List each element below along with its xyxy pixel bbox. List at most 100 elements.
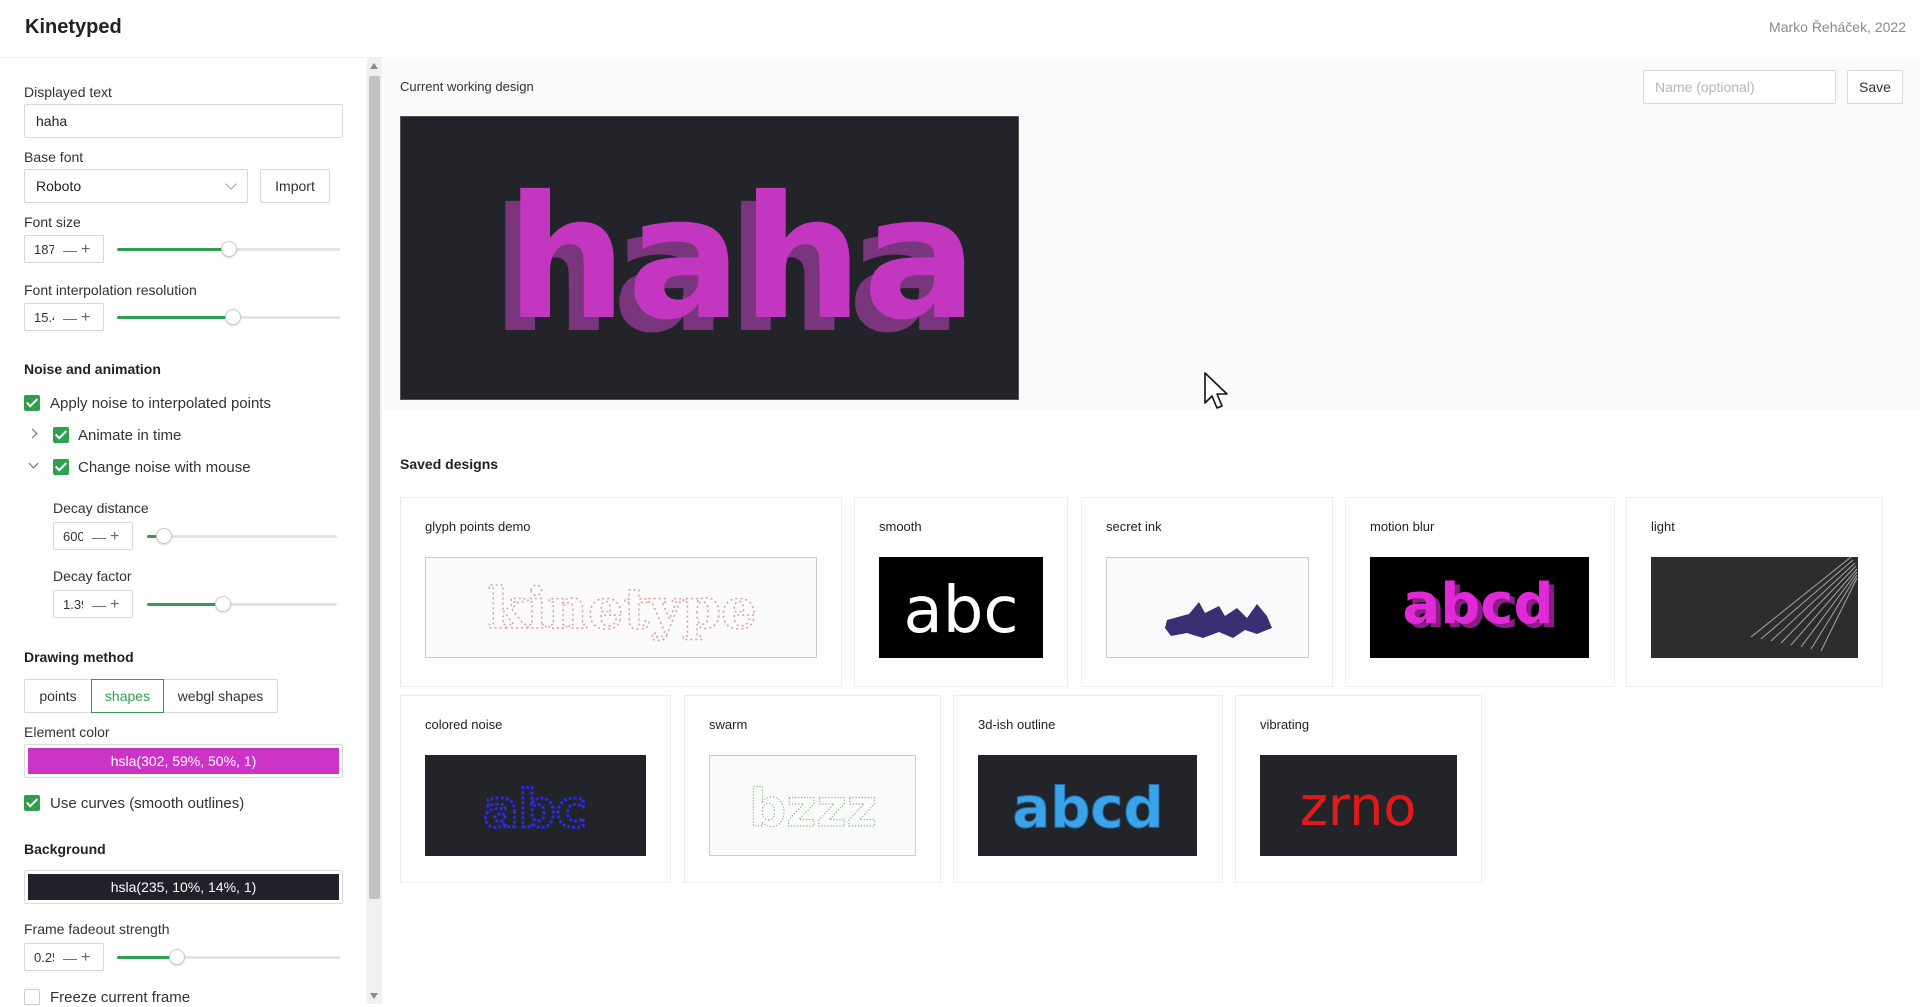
design-title: smooth (879, 519, 922, 534)
fadeout-label: Frame fadeout strength (24, 921, 170, 937)
saved-design-card[interactable]: 3d-ish outline abcd (953, 695, 1223, 883)
decay-distance-value: 600 (63, 529, 83, 544)
interp-resolution-input[interactable]: 15.4 — + (24, 303, 104, 331)
method-webgl-shapes-button[interactable]: webgl shapes (163, 679, 278, 713)
thumbnail-text: bzzz (749, 779, 877, 839)
slider-handle[interactable] (169, 949, 186, 965)
scroll-up-icon[interactable] (370, 63, 378, 69)
slider-handle[interactable] (215, 596, 231, 612)
design-thumbnail: abc (425, 755, 646, 856)
thumbnail-text: abcd (1402, 572, 1553, 637)
plus-icon[interactable]: + (81, 949, 90, 967)
thumbnail-text: kinetype (487, 576, 757, 642)
plus-icon[interactable]: + (110, 528, 119, 546)
thumbnail-text: abc (903, 574, 1018, 648)
base-font-select[interactable]: Roboto (24, 169, 248, 203)
font-size-label: Font size (24, 214, 81, 230)
chevron-down-icon[interactable] (28, 458, 39, 469)
design-title: 3d-ish outline (978, 717, 1056, 732)
sidebar-scrollbar[interactable] (367, 58, 382, 1004)
save-design-button[interactable]: Save (1847, 70, 1903, 104)
scroll-down-icon[interactable] (370, 993, 378, 999)
design-thumbnail: abcd (978, 755, 1197, 856)
method-shapes-button[interactable]: shapes (91, 679, 164, 713)
check-icon (54, 459, 68, 472)
thumbnail-text: abcd (1012, 776, 1163, 841)
minus-icon[interactable]: — (92, 529, 106, 545)
apply-noise-checkbox[interactable] (24, 395, 40, 411)
design-name-input[interactable] (1643, 70, 1836, 104)
app-header: Kinetyped Marko Řeháček, 2022 (0, 0, 1920, 58)
animate-label: Animate in time (78, 427, 182, 444)
mouse-noise-checkbox[interactable] (53, 459, 69, 475)
design-title: swarm (709, 717, 748, 732)
base-font-label: Base font (24, 149, 84, 165)
chevron-down-icon (225, 178, 237, 190)
design-thumbnail: zrno (1260, 755, 1457, 856)
decay-factor-value: 1.39 (63, 597, 83, 612)
method-points-button[interactable]: points (24, 679, 92, 713)
minus-icon[interactable]: — (92, 597, 106, 613)
design-canvas[interactable]: haha haha (400, 116, 1019, 400)
plus-icon[interactable]: + (81, 309, 90, 327)
design-thumbnail: abcd abcd (1370, 557, 1589, 658)
chevron-right-icon[interactable] (27, 428, 38, 439)
design-thumbnail: abc (879, 557, 1043, 658)
slider-handle[interactable] (224, 309, 241, 325)
font-size-value: 187 (34, 242, 54, 257)
use-curves-checkbox[interactable] (24, 795, 40, 811)
decay-factor-input[interactable]: 1.39 — + (53, 590, 133, 618)
saved-design-card[interactable]: motion blur abcd abcd (1345, 497, 1615, 687)
design-title: light (1651, 519, 1675, 534)
mouse-noise-label: Change noise with mouse (78, 459, 251, 476)
plus-icon[interactable]: + (110, 596, 119, 614)
fadeout-slider[interactable] (117, 949, 340, 966)
design-title: vibrating (1260, 717, 1310, 732)
displayed-text-input[interactable]: haha (24, 104, 343, 138)
saved-design-card[interactable]: swarm bzzz (684, 695, 941, 883)
check-icon (25, 395, 39, 408)
decay-factor-label: Decay factor (53, 568, 132, 584)
font-size-input[interactable]: 187 — + (24, 235, 104, 263)
author-credit: Marko Řeháček, 2022 (1769, 19, 1906, 35)
use-curves-label: Use curves (smooth outlines) (50, 795, 245, 812)
scrollbar-thumb[interactable] (369, 76, 380, 899)
saved-design-card[interactable]: smooth abc (854, 497, 1068, 687)
background-color-picker[interactable]: hsla(235, 10%, 14%, 1) (24, 870, 343, 904)
design-title: colored noise (425, 717, 503, 732)
saved-design-card[interactable]: colored noise abc (400, 695, 671, 883)
design-title: motion blur (1370, 519, 1435, 534)
decay-distance-input[interactable]: 600 — + (53, 522, 133, 550)
decay-distance-slider[interactable] (147, 528, 337, 545)
saved-designs-title: Saved designs (400, 456, 499, 472)
displayed-text-label: Displayed text (24, 84, 112, 100)
saved-design-card[interactable]: vibrating zrno (1235, 695, 1482, 883)
base-font-value: Roboto (36, 178, 82, 194)
saved-design-card[interactable]: glyph points demo kinetype (400, 497, 842, 687)
check-icon (25, 795, 39, 808)
element-color-label: Element color (24, 724, 110, 740)
drawing-section-title: Drawing method (24, 649, 134, 665)
check-icon (54, 427, 68, 440)
light-streaks (1750, 557, 1858, 652)
plus-icon[interactable]: + (81, 241, 90, 259)
interp-resolution-slider[interactable] (117, 309, 340, 326)
minus-icon[interactable]: — (63, 310, 77, 326)
design-thumbnail (1106, 557, 1309, 658)
font-size-slider[interactable] (117, 241, 340, 258)
fadeout-input[interactable]: 0.25 — + (24, 943, 104, 971)
apply-noise-label: Apply noise to interpolated points (50, 395, 271, 412)
animate-checkbox[interactable] (53, 427, 69, 443)
fadeout-value: 0.25 (34, 950, 54, 965)
import-font-button[interactable]: Import (260, 169, 330, 203)
slider-handle[interactable] (156, 528, 173, 544)
canvas-text: haha (506, 160, 977, 358)
saved-design-card[interactable]: secret ink (1081, 497, 1333, 687)
minus-icon[interactable]: — (63, 950, 77, 966)
freeze-frame-checkbox[interactable] (24, 989, 40, 1005)
slider-handle[interactable] (220, 241, 237, 257)
saved-design-card[interactable]: light (1626, 497, 1883, 687)
decay-factor-slider[interactable] (147, 596, 337, 613)
element-color-picker[interactable]: hsla(302, 59%, 50%, 1) (24, 744, 343, 778)
minus-icon[interactable]: — (63, 242, 77, 258)
